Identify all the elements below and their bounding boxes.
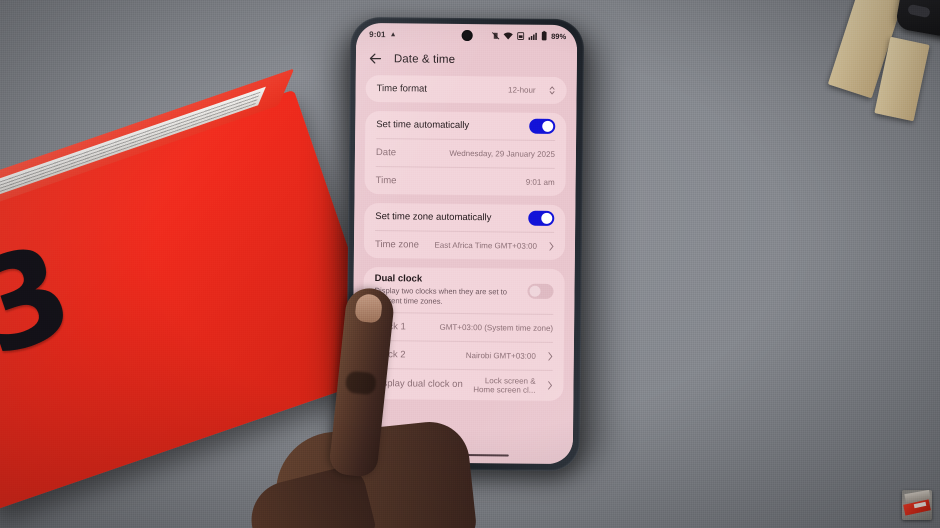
dual-clock-toggle[interactable] [527,283,554,299]
time-format-label: Time format [376,83,428,95]
photo-scene: 13 9:01 ▲ 89% Date & time Time format 12… [0,0,940,528]
thumb [243,462,377,528]
front-camera-punch-hole [461,29,473,42]
caret-up-icon: ▲ [389,30,397,38]
display-dual-clock-on-value: Lock screen & Home screen cl... [473,375,536,395]
auto-time-card: Set time automatically Date Wednesday, 2… [364,110,567,197]
set-time-automatically-toggle[interactable] [529,118,556,134]
auto-timezone-card: Set time zone automatically Time zone Ea… [363,202,566,261]
row-time: Time 9:01 am [365,167,566,196]
wifi-icon [503,32,513,39]
status-bar: 9:01 ▲ 89% [356,23,577,47]
battery-icon [541,30,547,41]
smartphone-device: 9:01 ▲ 89% Date & time Time format 12-ho… [345,16,585,472]
row-time-format[interactable]: Time format 12-hour [365,75,566,104]
time-format-card: Time format 12-hour [365,74,567,105]
dual-clock-subtitle: Display two clocks when they are set to … [374,286,508,306]
time-label: Time [375,175,397,187]
signal-icon [528,32,537,40]
display-dual-clock-on-label: Display dual clock on [373,378,463,391]
clock-1-value: GMT+03:00 (System time zone) [439,322,554,333]
chevron-right-icon [548,381,552,390]
time-value: 9:01 am [525,177,555,187]
thumbnail-watermark [902,490,932,520]
dual-clock-text-block: Dual clock Display two clocks when they … [374,273,519,307]
red-product-box: 13 [0,68,392,511]
chevron-right-icon [548,351,553,361]
clock-2-label: Clock 2 [373,348,406,361]
toggle-knob [529,285,541,297]
time-zone-label: Time zone [374,239,420,251]
set-time-zone-automatically-label: Set time zone automatically [375,211,492,224]
status-bar-icons: 89% [491,30,566,41]
time-zone-value: East Africa Time GMT+03:00 [434,240,538,251]
row-date: Date Wednesday, 29 January 2025 [365,139,566,168]
date-label: Date [375,147,397,159]
row-set-time-zone-automatically[interactable]: Set time zone automatically [364,203,565,232]
chevron-up-down-icon[interactable] [549,85,556,96]
row-clock-1[interactable]: Clock 1 GMT+03:00 (System time zone) [363,313,564,342]
row-display-dual-clock-on[interactable]: Display dual clock on Lock screen & Home… [362,369,563,401]
vibrate-off-icon [492,31,500,40]
date-value: Wednesday, 29 January 2025 [449,148,555,159]
toggle-knob [541,212,553,224]
row-clock-2[interactable]: Clock 2 Nairobi GMT+03:00 [363,341,564,370]
status-bar-clock: 9:01 [369,29,386,39]
chevron-right-icon [549,242,554,251]
row-dual-clock[interactable]: Dual clock Display two clocks when they … [363,267,564,314]
wood-block-object [827,0,940,122]
set-time-zone-automatically-toggle[interactable] [528,210,555,226]
set-time-automatically-label: Set time automatically [376,119,470,132]
time-format-value: 12-hour [507,85,536,95]
back-arrow-icon[interactable] [368,51,383,66]
sim-icon [517,31,525,40]
battery-percentage: 89% [551,31,567,41]
phone-screen: 9:01 ▲ 89% Date & time Time format 12-ho… [351,22,578,465]
app-bar: Date & time [355,44,578,78]
row-time-zone: Time zone East Africa Time GMT+03:00 [364,231,565,260]
settings-list[interactable]: Time format 12-hour Set time automatical… [351,74,577,459]
page-title: Date & time [393,52,456,66]
toggle-knob [542,120,554,132]
row-set-time-automatically[interactable]: Set time automatically [365,111,566,140]
clock-1-label: Clock 1 [374,320,406,333]
dual-clock-card: Dual clock Display two clocks when they … [362,266,565,402]
clock-2-value: Nairobi GMT+03:00 [465,350,536,361]
dual-clock-title: Dual clock [374,273,423,285]
